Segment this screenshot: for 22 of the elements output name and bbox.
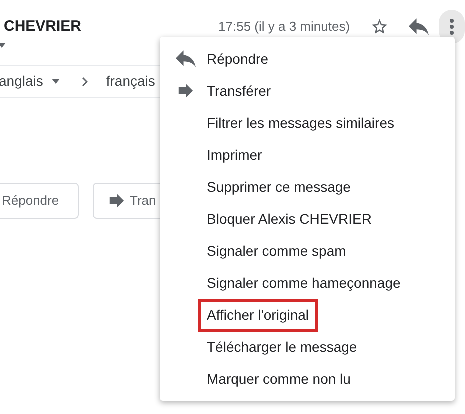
forward-arrow-icon xyxy=(178,83,194,99)
reply-action-button[interactable]: Répondre xyxy=(0,183,79,219)
menu-item[interactable]: Signaler comme hameçonnage xyxy=(160,267,455,299)
reply-icon xyxy=(176,49,196,69)
menu-item[interactable]: Afficher l'original xyxy=(160,299,455,331)
menu-item[interactable]: Marquer comme non lu xyxy=(160,363,455,395)
star-icon[interactable] xyxy=(372,17,388,37)
dropdown-caret-icon xyxy=(52,79,60,84)
menu-item[interactable]: Télécharger le message xyxy=(160,331,455,363)
menu-item[interactable]: Filtrer les messages similaires xyxy=(160,107,455,139)
more-vertical-icon xyxy=(450,19,454,35)
sender-name: CHEVRIER xyxy=(4,16,82,37)
menu-item[interactable]: Signaler comme spam xyxy=(160,235,455,267)
forward-arrow-icon xyxy=(109,193,125,209)
message-time: 17:55 (il y a 3 minutes) xyxy=(218,18,350,36)
chevron-right-icon xyxy=(82,76,88,86)
menu-item[interactable]: Répondre xyxy=(160,43,455,75)
target-language-dropdown[interactable]: français xyxy=(106,71,156,92)
menu-item[interactable]: Imprimer xyxy=(160,139,455,171)
caret-icon[interactable] xyxy=(0,43,6,48)
menu-item[interactable]: Transférer xyxy=(160,75,455,107)
reply-icon[interactable] xyxy=(408,17,429,37)
